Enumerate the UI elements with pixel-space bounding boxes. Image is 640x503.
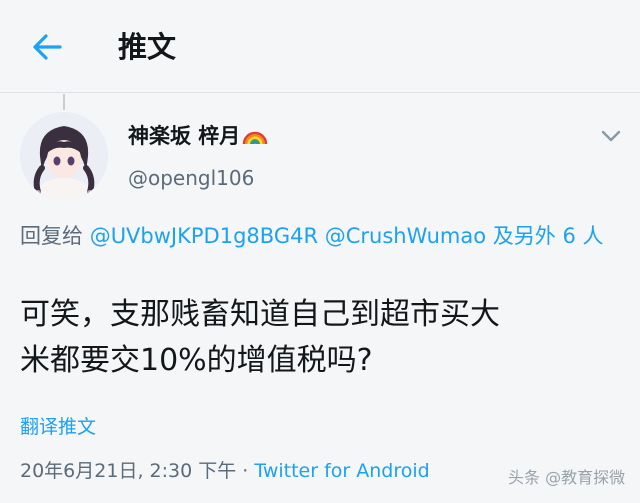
page-title: 推文 (118, 30, 177, 64)
display-name-text: 神楽坂 梓月 (128, 124, 241, 148)
tweet-timestamp: 20年6月21日, 2:30 下午 · (20, 460, 255, 482)
mention-link-2[interactable]: @CrushWumao (325, 224, 486, 248)
others-link[interactable]: 及另外 6 人 (493, 224, 604, 248)
tweet-text-line-2: 米都要交10%的增值税吗? (20, 343, 373, 378)
translate-tweet-link[interactable]: 翻译推文 (20, 413, 96, 441)
user-handle[interactable]: @opengl106 (128, 163, 254, 193)
arrow-left-icon (33, 34, 62, 60)
reply-to-line: 回复给 @UVbwJKPD1g8BG4R @CrushWumao 及另外 6 人 (20, 221, 630, 251)
tweet-source-link[interactable]: Twitter for Android (254, 460, 429, 482)
tweet-text: 可笑，支那贱畜知道自己到超市买大 米都要交10%的增值税吗? (20, 292, 630, 384)
watermark: 头条 @教育探微 (508, 468, 626, 487)
avatar[interactable] (20, 112, 108, 200)
tweet-text-line-1: 可笑，支那贱畜知道自己到超市买大 (20, 297, 500, 332)
display-name[interactable]: 神楽坂 梓月 (128, 121, 268, 151)
tweet-options-button[interactable] (600, 128, 622, 144)
back-button[interactable] (30, 32, 64, 62)
mention-link-1[interactable]: @UVbwJKPD1g8BG4R (90, 224, 318, 248)
header-divider (0, 92, 640, 93)
reply-prefix: 回复给 (20, 224, 90, 248)
chevron-down-icon (601, 130, 621, 142)
top-app-bar: 推文 (0, 0, 640, 92)
rainbow-icon (243, 131, 268, 145)
tweet-meta: 20年6月21日, 2:30 下午 · Twitter for Android (20, 457, 430, 485)
thread-connector-line (63, 94, 65, 110)
avatar-illustration (20, 112, 108, 200)
